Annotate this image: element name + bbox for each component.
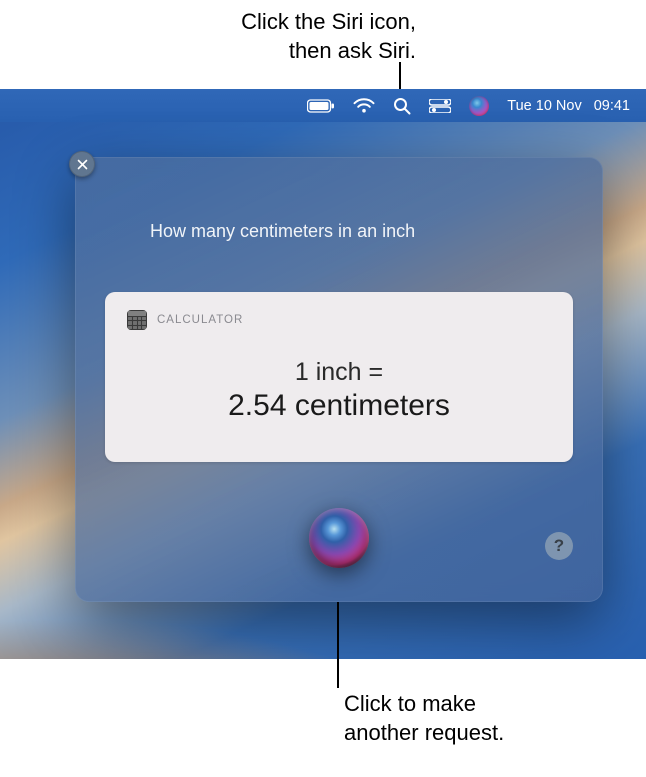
- wifi-icon[interactable]: [353, 98, 375, 114]
- annotation-bottom-line2: another request.: [344, 719, 504, 748]
- menubar-time: 09:41: [594, 98, 630, 114]
- siri-answer-card[interactable]: CALCULATOR 1 inch = 2.54 centimeters: [105, 292, 573, 462]
- card-result: 1 inch = 2.54 centimeters: [127, 358, 551, 423]
- battery-icon[interactable]: [307, 99, 335, 113]
- annotation-top-line1: Click the Siri icon,: [241, 8, 416, 37]
- calculator-icon: [127, 310, 147, 330]
- close-icon: [77, 159, 88, 170]
- desktop-background: Tue 10 Nov 09:41 How many centimeters in…: [0, 89, 646, 659]
- card-source-label: CALCULATOR: [157, 314, 243, 326]
- siri-menubar-icon[interactable]: [469, 96, 489, 116]
- help-icon: ?: [554, 536, 564, 556]
- menubar-date: Tue 10 Nov: [507, 98, 581, 114]
- menubar-datetime[interactable]: Tue 10 Nov 09:41: [507, 98, 630, 114]
- card-header: CALCULATOR: [127, 310, 551, 330]
- annotation-bottom-line1: Click to make: [344, 690, 504, 719]
- annotation-bottom: Click to make another request.: [344, 690, 504, 747]
- control-center-icon[interactable]: [429, 99, 451, 113]
- annotation-top: Click the Siri icon, then ask Siri.: [241, 8, 416, 65]
- annotation-top-leader: [399, 62, 401, 89]
- close-button[interactable]: [69, 151, 95, 177]
- menubar: Tue 10 Nov 09:41: [0, 89, 646, 122]
- annotation-bottom-leader: [337, 602, 339, 688]
- siri-query-text: How many centimeters in an inch: [150, 221, 528, 242]
- siri-orb-button[interactable]: [309, 508, 369, 568]
- spotlight-search-icon[interactable]: [393, 97, 411, 115]
- result-line-1: 1 inch =: [127, 358, 551, 387]
- help-button[interactable]: ?: [545, 532, 573, 560]
- result-line-2: 2.54 centimeters: [127, 389, 551, 423]
- siri-panel: How many centimeters in an inch CALCULAT…: [75, 157, 603, 602]
- annotation-top-line2: then ask Siri.: [241, 37, 416, 66]
